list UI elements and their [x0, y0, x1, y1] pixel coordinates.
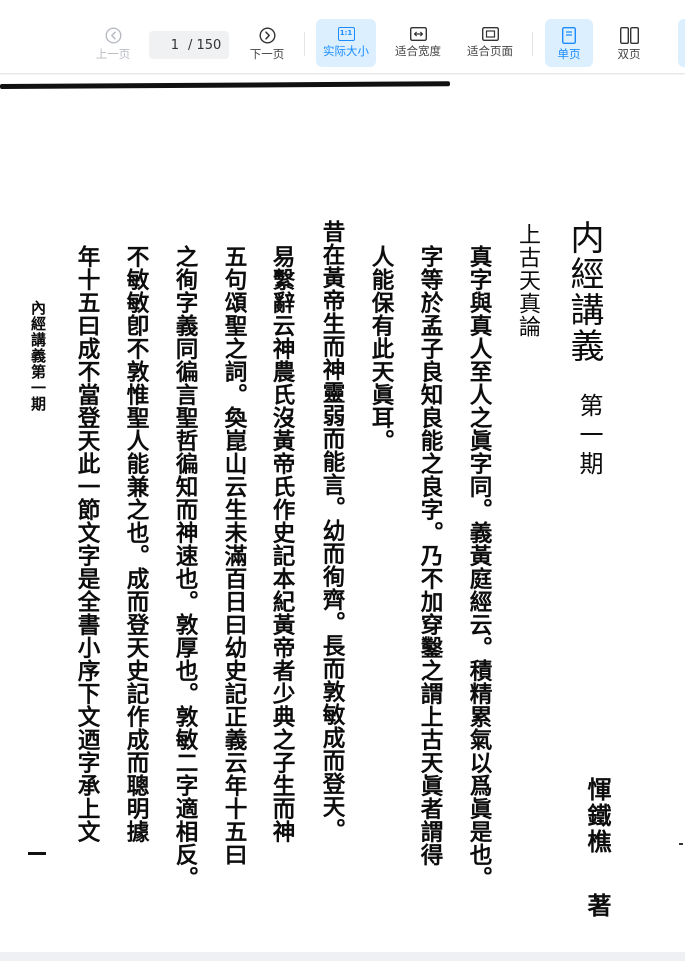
text-column: 五句頌聖之詞。奐崑山云生未滿百日曰幼史記正義云年十五曰: [220, 245, 247, 866]
next-page-label: 下一页: [249, 47, 285, 61]
fit-page-label: 适合页面: [467, 44, 513, 58]
chevron-left-circle-icon: [104, 27, 122, 44]
fit-page-button[interactable]: 适合页面: [460, 19, 520, 67]
margin-label: 內經講義第一期: [29, 300, 47, 412]
prev-page-label: 上一页: [95, 47, 131, 61]
text-column: 年十五曰成不當登天此一節文字是全書小序下文迺字承上文: [73, 245, 100, 843]
single-page-icon: [562, 27, 576, 44]
text-column: 人能保有此天眞耳。: [367, 245, 394, 452]
fit-width-button[interactable]: 适合宽度: [388, 19, 448, 67]
page-total: / 150: [188, 37, 222, 53]
document-page: 内經講義 第一期 惲鐵樵 著 上古天真論 真字與真人至人之眞字同。義黃庭經云。積…: [0, 75, 685, 952]
text-column: 之徇字義同徧言聖哲徧知而神速也。敦厚也。敦敏二字適相反。: [171, 245, 198, 889]
page-number-mark: [28, 852, 46, 855]
double-page-icon: [619, 27, 639, 44]
overflow-toolbar-button[interactable]: [678, 19, 685, 67]
text-column: 昔在黃帝生而神靈弱而能言。幼而徇齊。長而敦敏成而登天。: [318, 220, 345, 841]
fit-width-label: 适合宽度: [395, 44, 441, 58]
scan-border-line: [0, 81, 451, 89]
fit-width-icon: [409, 27, 427, 41]
toolbar-divider: [304, 32, 305, 56]
document-title: 内經講義: [564, 220, 604, 364]
text-column: 不敏敏卽不敦惟聖人能兼之也。成而登天史記作成而聰明據: [122, 245, 149, 843]
document-author-verb: 著: [583, 893, 612, 917]
actual-size-button[interactable]: 1:1 实际大小: [316, 19, 376, 67]
next-page-button[interactable]: 下一页: [240, 19, 294, 67]
document-author: 惲鐵樵: [583, 777, 612, 855]
double-page-button[interactable]: 双页: [605, 19, 653, 67]
scan-mark: [679, 843, 683, 845]
chevron-right-circle-icon: [258, 27, 276, 44]
document-issue: 第一期: [575, 393, 603, 480]
prev-page-button[interactable]: 上一页: [86, 19, 140, 67]
page-indicator: / 150: [149, 31, 229, 59]
viewer-bottom-strip: [0, 952, 685, 961]
single-page-button[interactable]: 单页: [545, 19, 593, 67]
page-number-input[interactable]: [149, 37, 179, 53]
text-column: 字等於孟子良知良能之良字。乃不加穿鑿之謂上古天眞者謂得: [416, 245, 443, 866]
actual-size-label: 实际大小: [323, 44, 369, 58]
double-page-label: 双页: [617, 47, 641, 61]
text-column: 易繫辭云神農氏沒黃帝氏作史記本紀黃帝者少典之子生而神: [268, 245, 295, 843]
section-subtitle: 上古天真論: [515, 223, 540, 338]
fit-page-icon: [481, 27, 499, 41]
actual-size-icon: 1:1: [337, 27, 355, 41]
single-page-label: 单页: [557, 47, 581, 61]
toolbar-divider: [532, 32, 533, 56]
text-column: 真字與真人至人之眞字同。義黃庭經云。積精累氣以爲眞是也。: [465, 245, 492, 889]
viewer-toolbar: 上一页 / 150 下一页 1:1 实际大小 适合宽度 适合页面 单页: [0, 0, 685, 74]
